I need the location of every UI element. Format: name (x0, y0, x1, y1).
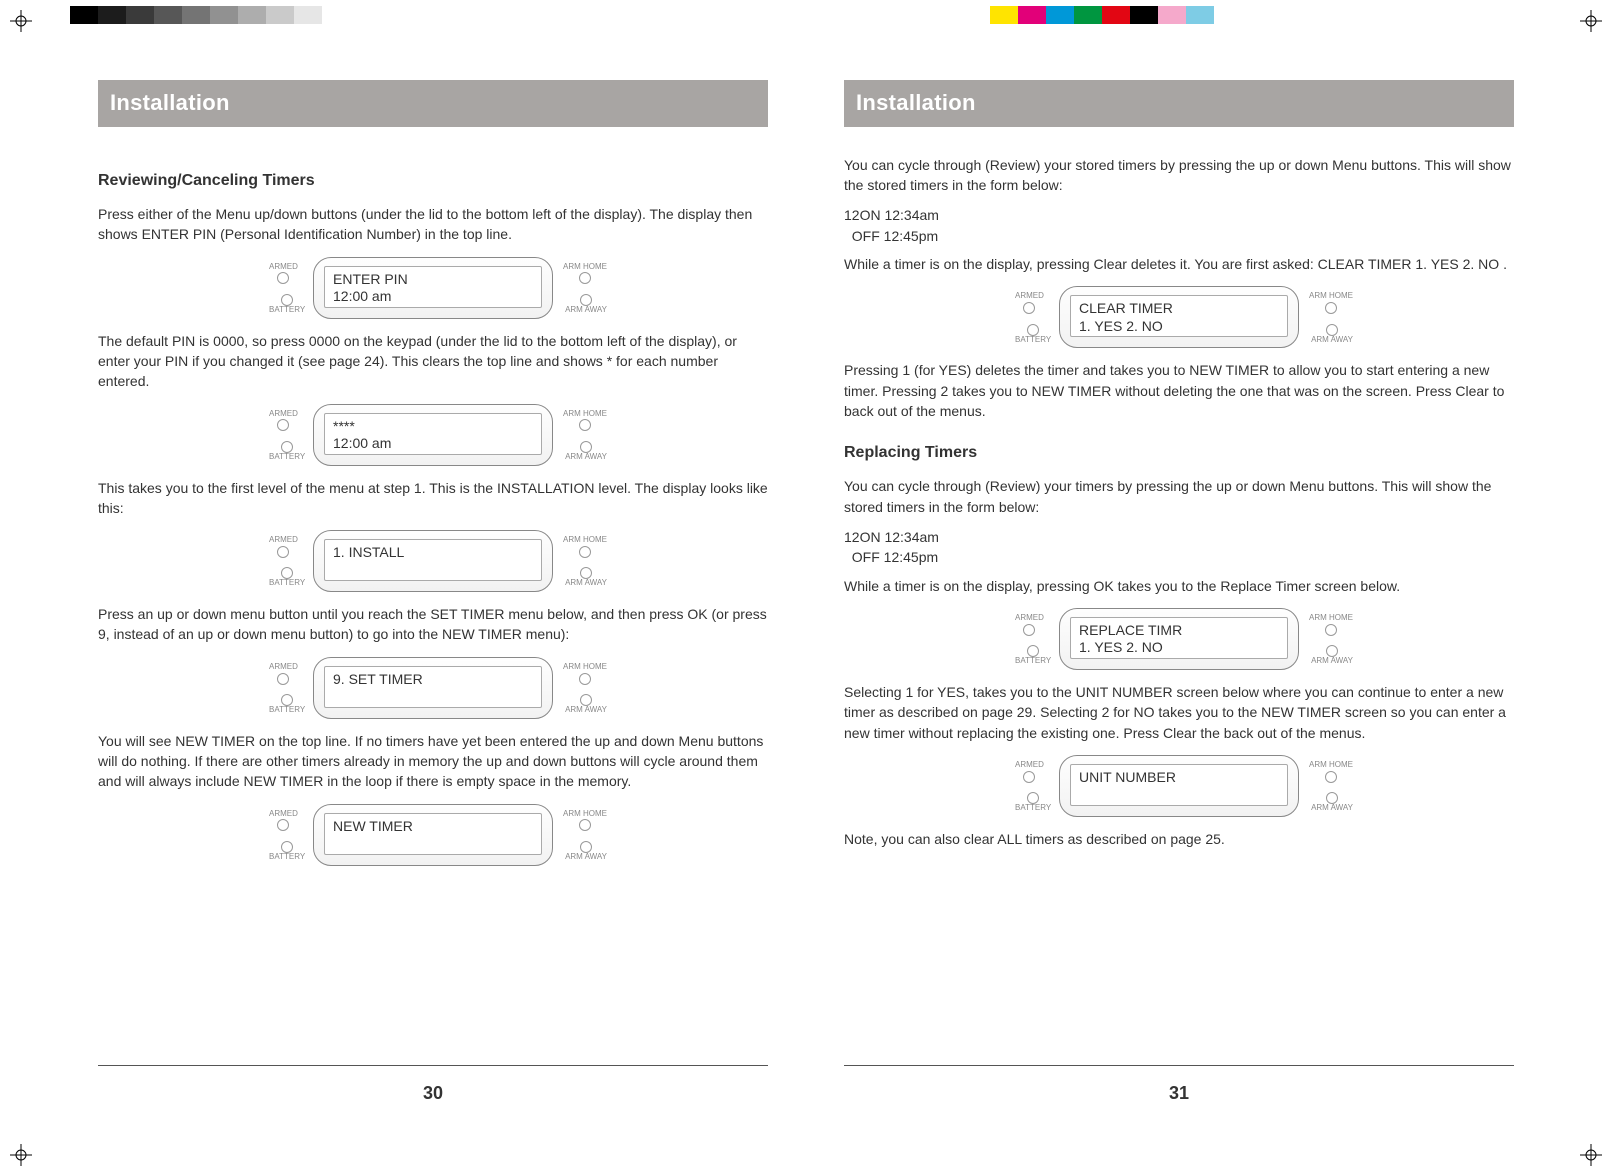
swatch (322, 6, 350, 24)
lcd-line1: NEW TIMER (333, 818, 533, 836)
swatch (294, 6, 322, 24)
lcd-line1: ENTER PIN (333, 271, 533, 289)
lcd-illustration: ARMED BATTERY ARM HOME ARM AWAY NEW TIME… (98, 804, 768, 866)
subheading-reviewing-canceling: Reviewing/Canceling Timers (98, 169, 768, 192)
document-spread: Installation Reviewing/Canceling Timers … (70, 70, 1542, 1106)
timer-example-line: 12ON 12:34am (844, 205, 1514, 225)
paragraph: You will see NEW TIMER on the top line. … (98, 731, 768, 792)
swatch (1074, 6, 1102, 24)
paragraph: Selecting 1 for YES, takes you to the UN… (844, 682, 1514, 743)
paragraph: Press either of the Menu up/down buttons… (98, 204, 768, 245)
paragraph: You can cycle through (Review) your stor… (844, 155, 1514, 196)
lcd-line1: 9. SET TIMER (333, 671, 533, 689)
swatch (1158, 6, 1186, 24)
swatch (1046, 6, 1074, 24)
registration-mark-icon (1580, 1144, 1602, 1166)
lcd-label-armed: ARMED (269, 263, 298, 285)
paragraph: While a timer is on the display, pressin… (844, 576, 1514, 596)
swatch (70, 6, 98, 24)
page-number: 31 (844, 1080, 1514, 1106)
swatch (990, 6, 1018, 24)
lcd-line1: **** (333, 418, 533, 436)
swatch (1018, 6, 1046, 24)
color-calibration-grayscale (70, 6, 350, 24)
page-number: 30 (98, 1080, 768, 1106)
timer-example-line: 12ON 12:34am (844, 527, 1514, 547)
lcd-line1: 1. INSTALL (333, 544, 533, 562)
swatch (154, 6, 182, 24)
lcd-illustration: ARMED BATTERY ARM HOME ARM AWAY REPLACE … (844, 608, 1514, 670)
lcd-illustration: ARMED BATTERY ARM HOME ARM AWAY UNIT NUM… (844, 755, 1514, 817)
paragraph: The default PIN is 0000, so press 0000 o… (98, 331, 768, 392)
horizontal-rule (98, 1065, 768, 1066)
registration-mark-icon (10, 1144, 32, 1166)
paragraph: Press an up or down menu button until yo… (98, 604, 768, 645)
section-heading: Installation (98, 80, 768, 127)
lcd-line2: 1. YES 2. NO (1079, 639, 1279, 657)
swatch (1186, 6, 1214, 24)
lcd-illustration: ARMED BATTERY ARM HOME ARM AWAY CLEAR TI… (844, 286, 1514, 348)
lcd-line2: 12:00 am (333, 288, 533, 306)
timer-example: 12ON 12:34am OFF 12:45pm (844, 205, 1514, 246)
timer-example: 12ON 12:34am OFF 12:45pm (844, 527, 1514, 568)
swatch (126, 6, 154, 24)
lcd-illustration: ARMED BATTERY ARM HOME ARM AWAY 1. INSTA… (98, 530, 768, 592)
page-31: Installation You can cycle through (Revi… (816, 70, 1542, 1106)
swatch (182, 6, 210, 24)
swatch (1130, 6, 1158, 24)
lcd-line1: REPLACE TIMR (1079, 622, 1279, 640)
lcd-illustration: ARMED BATTERY ARM HOME ARM AWAY ****12:0… (98, 404, 768, 466)
section-heading: Installation (844, 80, 1514, 127)
swatch (266, 6, 294, 24)
timer-example-line: OFF 12:45pm (844, 226, 1514, 246)
swatch (1102, 6, 1130, 24)
lcd-line2: 1. YES 2. NO (1079, 318, 1279, 336)
swatch (1214, 6, 1242, 24)
horizontal-rule (844, 1065, 1514, 1066)
paragraph: Note, you can also clear ALL timers as d… (844, 829, 1514, 849)
lcd-label-arm-home: ARM HOME (563, 263, 607, 285)
body-text: Press either of the Menu up/down buttons… (98, 204, 768, 251)
paragraph: Pressing 1 (for YES) deletes the timer a… (844, 360, 1514, 421)
paragraph: You can cycle through (Review) your time… (844, 476, 1514, 517)
color-calibration-swatches (990, 6, 1242, 24)
paragraph: This takes you to the first level of the… (98, 478, 768, 519)
page-30: Installation Reviewing/Canceling Timers … (70, 70, 796, 1106)
lcd-illustration: ARMED BATTERY ARM HOME ARM AWAY ENTER PI… (98, 257, 768, 319)
registration-mark-icon (10, 10, 32, 32)
lcd-line2: 12:00 am (333, 435, 533, 453)
paragraph: While a timer is on the display, pressin… (844, 254, 1514, 274)
lcd-label-arm-away: ARM AWAY (565, 293, 607, 315)
lcd-line1: UNIT NUMBER (1079, 769, 1279, 787)
timer-example-line: OFF 12:45pm (844, 547, 1514, 567)
swatch (238, 6, 266, 24)
swatch (210, 6, 238, 24)
lcd-illustration: ARMED BATTERY ARM HOME ARM AWAY 9. SET T… (98, 657, 768, 719)
subheading-replacing-timers: Replacing Timers (844, 441, 1514, 464)
swatch (98, 6, 126, 24)
lcd-label-battery: BATTERY (269, 293, 305, 315)
lcd-line1: CLEAR TIMER (1079, 300, 1279, 318)
registration-mark-icon (1580, 10, 1602, 32)
